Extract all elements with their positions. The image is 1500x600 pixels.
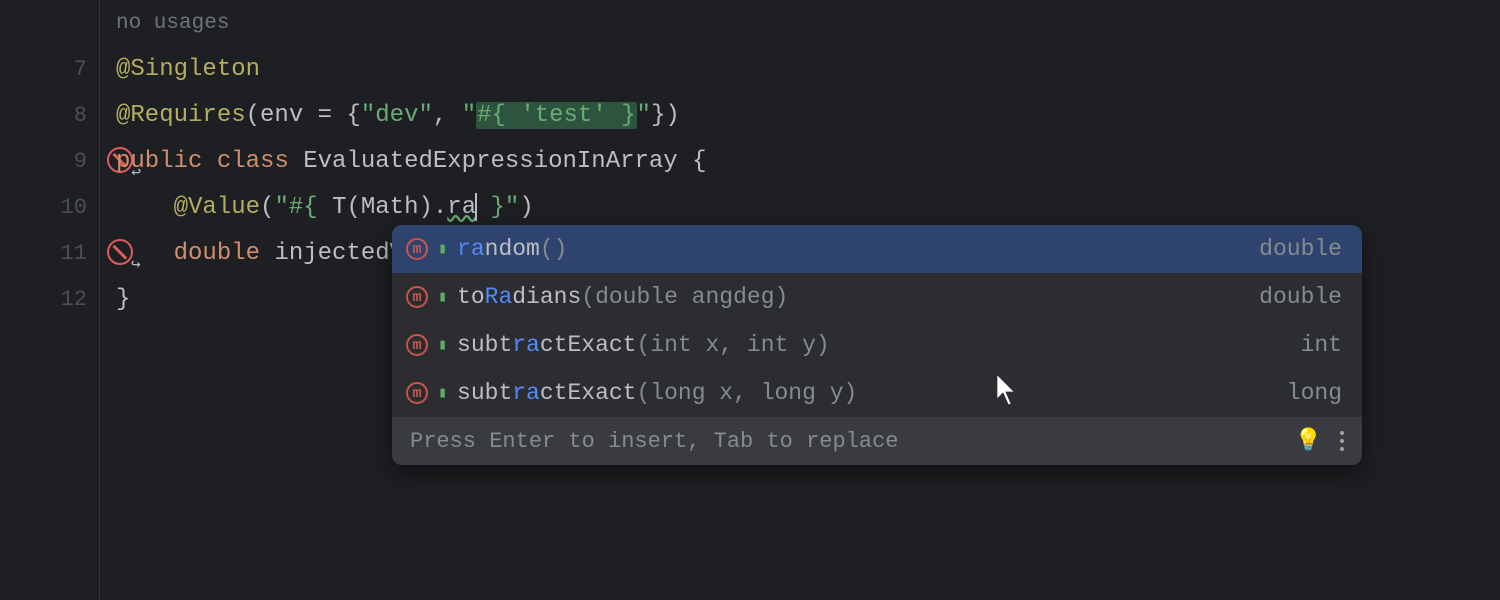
return-type: double [1259, 236, 1342, 262]
gutter-hint-row [0, 0, 99, 46]
lock-icon: ▮ [438, 338, 447, 353]
completion-text: random() [457, 236, 567, 262]
string-token: "dev" [361, 102, 433, 129]
el-close: } [476, 194, 505, 221]
typed-text: ra [447, 194, 476, 221]
class-name: EvaluatedExpressionInArray [303, 148, 677, 175]
completion-footer: Press Enter to insert, Tab to replace 💡 [392, 417, 1362, 465]
bulb-icon[interactable]: 💡 [1295, 428, 1322, 454]
gutter-line-10: 10 [0, 184, 99, 230]
lock-icon: ▮ [438, 386, 447, 401]
code-line-7[interactable]: @Singleton [116, 46, 1500, 92]
return-type: double [1259, 284, 1342, 310]
brace-open: { [346, 102, 360, 129]
rparen: ) [519, 194, 533, 221]
type-math: Math [361, 194, 419, 221]
completion-item[interactable]: m ▮ subtractExact(int x, int y) int [392, 321, 1362, 369]
comma: , [433, 102, 462, 129]
brace-open: { [692, 148, 706, 175]
completion-item[interactable]: m ▮ subtractExact(long x, long y) long [392, 369, 1362, 417]
gutter-line-11: 11 ↩ [0, 230, 99, 276]
completion-item[interactable]: m ▮ random() double [392, 225, 1362, 273]
completion-text: subtractExact(long x, long y) [457, 380, 857, 406]
no-usages-hint[interactable]: no usages [116, 12, 229, 35]
inlay-hint-row: no usages [116, 0, 1500, 46]
return-type: long [1287, 380, 1342, 406]
method-icon: m [406, 238, 428, 260]
lock-icon: ▮ [438, 242, 447, 257]
gutter-line-8: 8 [0, 92, 99, 138]
completion-text: subtractExact(int x, int y) [457, 332, 830, 358]
return-type: int [1301, 332, 1342, 358]
code-line-8[interactable]: @Requires(env = {"dev", "#{ 'test' }"}) [116, 92, 1500, 138]
keyword-double: double [174, 240, 260, 267]
gutter-line-9: 9 ↩ [0, 138, 99, 184]
brace-close: } [651, 102, 665, 129]
gutter: 7 8 9 ↩ 10 11 ↩ 12 [0, 0, 100, 600]
lparen: ( [260, 194, 274, 221]
line-number: 8 [74, 103, 87, 128]
gutter-line-7: 7 [0, 46, 99, 92]
el-expression: #{ 'test' } [476, 102, 636, 129]
line-number: 7 [74, 57, 87, 82]
quote-open: " [462, 102, 476, 129]
type-t: T [332, 194, 346, 221]
completion-popup[interactable]: m ▮ random() double m ▮ toRadians(double… [392, 225, 1362, 465]
code-editor[interactable]: 7 8 9 ↩ 10 11 ↩ 12 no usages @Singleton … [0, 0, 1500, 600]
line-number: 10 [61, 195, 87, 220]
annotation-at: @ [174, 194, 188, 221]
kebab-menu-icon[interactable] [1340, 431, 1344, 451]
keyword-class: class [217, 148, 289, 175]
quote-close: " [505, 194, 519, 221]
line-number: 9 [74, 149, 87, 174]
code-line-9[interactable]: public class EvaluatedExpressionInArray … [116, 138, 1500, 184]
el-open: #{ [289, 194, 318, 221]
rparen: ) [665, 102, 679, 129]
code-line-10[interactable]: @Value("#{ T(Math).ra }") [116, 184, 1500, 230]
method-icon: m [406, 286, 428, 308]
line-number: 11 [61, 241, 87, 266]
quote-open: " [274, 194, 288, 221]
footer-hint: Press Enter to insert, Tab to replace [410, 429, 898, 454]
annotation-token: @Singleton [116, 56, 260, 83]
quote-close: " [637, 102, 651, 129]
gutter-line-12: 12 [0, 276, 99, 322]
completion-item[interactable]: m ▮ toRadians(double angdeg) double [392, 273, 1362, 321]
method-icon: m [406, 334, 428, 356]
arg-name: env = [260, 102, 346, 129]
line-number: 12 [61, 287, 87, 312]
completion-text: toRadians(double angdeg) [457, 284, 788, 310]
lock-icon: ▮ [438, 290, 447, 305]
annotation-name: Value [188, 194, 260, 221]
annotation-at: @ [116, 102, 130, 129]
annotation-name: Requires [130, 102, 245, 129]
brace-close: } [116, 286, 130, 313]
keyword-public: public [116, 148, 202, 175]
method-icon: m [406, 382, 428, 404]
lparen: ( [246, 102, 260, 129]
